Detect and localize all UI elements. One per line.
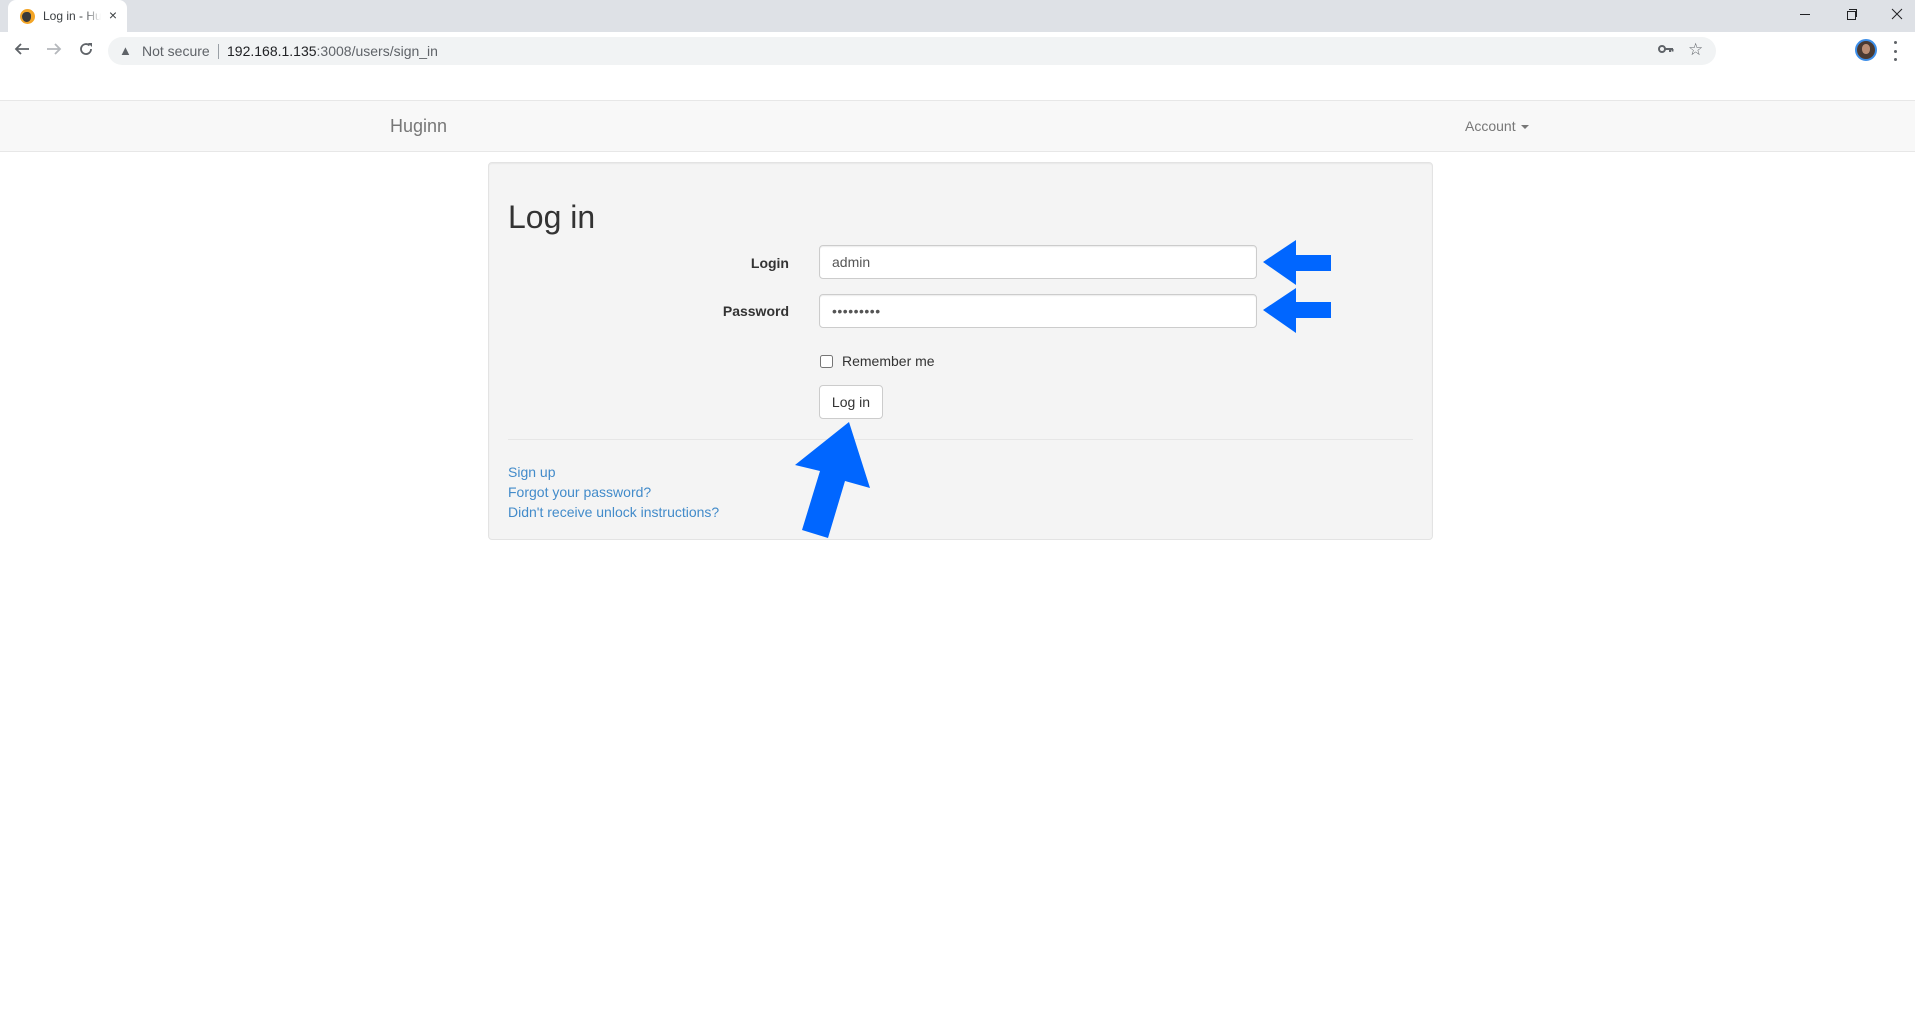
auth-links: Sign up Forgot your password? Didn't rec… xyxy=(508,462,719,522)
profile-avatar[interactable] xyxy=(1855,39,1877,61)
back-button[interactable] xyxy=(8,35,36,63)
bookmark-star-icon[interactable]: ☆ xyxy=(1688,40,1703,60)
url-host: 192.168.1.135 xyxy=(227,43,317,59)
reload-icon xyxy=(80,43,92,55)
minimize-window-button[interactable] xyxy=(1782,0,1828,28)
url-text[interactable]: 192.168.1.135:3008/users/sign_in xyxy=(227,43,438,59)
tab-close-icon[interactable]: × xyxy=(105,7,121,23)
password-label: Password xyxy=(722,303,789,319)
forgot-password-link[interactable]: Forgot your password? xyxy=(508,482,719,502)
restore-window-button[interactable] xyxy=(1828,0,1874,28)
remember-me-checkbox[interactable] xyxy=(820,354,833,368)
restore-icon xyxy=(1846,8,1857,20)
address-bar[interactable]: ▲ Not secure 192.168.1.135:3008/users/si… xyxy=(108,37,1716,65)
app-navbar: Huginn Account xyxy=(0,100,1915,152)
remember-me-row[interactable]: Remember me xyxy=(820,353,935,369)
password-input[interactable] xyxy=(819,294,1257,328)
not-secure-label[interactable]: Not secure xyxy=(142,43,210,59)
browser-tab-strip: Log in - Huginn × xyxy=(0,0,1915,32)
address-separator xyxy=(218,44,219,59)
account-dropdown[interactable]: Account xyxy=(1465,118,1529,134)
huginn-favicon-icon xyxy=(20,9,35,24)
sign-up-link[interactable]: Sign up xyxy=(508,462,719,482)
browser-tab[interactable]: Log in - Huginn × xyxy=(8,0,127,32)
log-in-button[interactable]: Log in xyxy=(819,385,883,419)
divider xyxy=(508,439,1413,440)
brand-link[interactable]: Huginn xyxy=(390,116,447,137)
close-window-button[interactable] xyxy=(1874,0,1915,28)
warning-icon: ▲ xyxy=(119,43,132,58)
remember-me-label: Remember me xyxy=(842,353,935,369)
key-icon[interactable] xyxy=(1658,42,1674,58)
arrow-right-icon xyxy=(47,43,62,55)
reload-button[interactable] xyxy=(72,35,100,63)
login-label: Login xyxy=(750,255,789,271)
forward-button[interactable] xyxy=(40,35,68,63)
unlock-instructions-link[interactable]: Didn't receive unlock instructions? xyxy=(508,502,719,522)
browser-menu-icon[interactable] xyxy=(1892,41,1898,61)
page-title: Log in xyxy=(508,199,596,235)
tab-title: Log in - Huginn xyxy=(43,9,101,23)
arrow-left-icon xyxy=(14,43,29,55)
account-label: Account xyxy=(1465,118,1516,134)
caret-down-icon xyxy=(1520,125,1529,130)
browser-toolbar: ▲ Not secure 192.168.1.135:3008/users/si… xyxy=(0,32,1915,69)
login-panel: Log in Login Password Remember me Log in… xyxy=(488,162,1433,540)
url-path: :3008/users/sign_in xyxy=(316,43,438,59)
close-icon xyxy=(1891,8,1903,20)
minimize-icon xyxy=(1800,13,1810,15)
login-input[interactable] xyxy=(819,245,1257,279)
